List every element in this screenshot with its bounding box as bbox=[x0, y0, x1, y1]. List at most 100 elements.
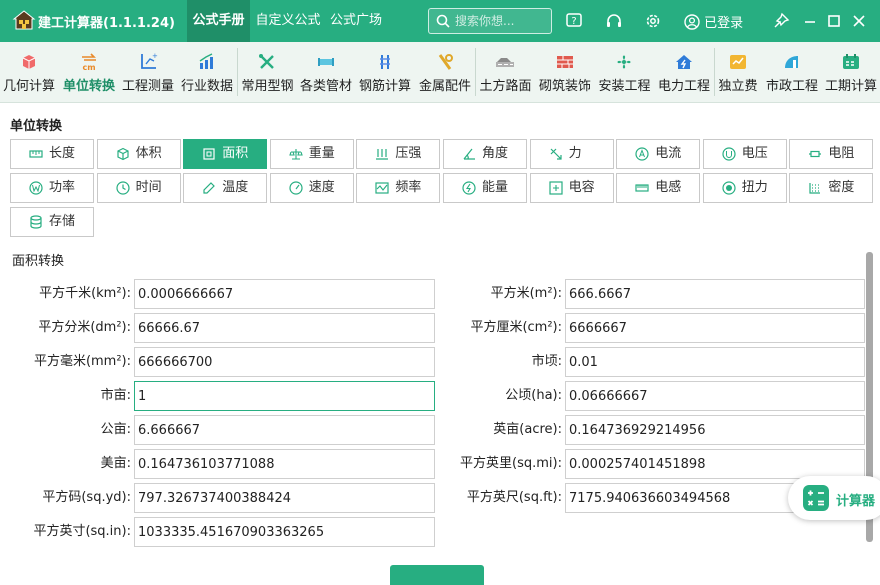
unit-type-button[interactable]: 存储 bbox=[10, 207, 94, 237]
field-input[interactable] bbox=[134, 381, 435, 411]
unit-type-label: 温度 bbox=[222, 180, 249, 195]
field-input[interactable] bbox=[134, 449, 435, 479]
tool-metal-parts[interactable]: 金属配件 bbox=[415, 42, 475, 102]
unit-type-button[interactable]: 电压 bbox=[702, 139, 787, 169]
unit-type-button[interactable]: 压强 bbox=[356, 139, 441, 169]
field-input[interactable] bbox=[565, 313, 865, 343]
unit-type-button[interactable]: 电阻 bbox=[789, 139, 874, 169]
road-icon bbox=[496, 58, 514, 67]
volt-icon bbox=[722, 147, 736, 161]
unit-type-button[interactable]: 时间 bbox=[96, 173, 181, 203]
help-icon[interactable]: ? bbox=[565, 12, 583, 30]
unit-type-button[interactable]: 扭力 bbox=[702, 173, 787, 203]
field-input[interactable] bbox=[134, 517, 435, 547]
area-icon bbox=[203, 148, 215, 160]
search-box[interactable] bbox=[428, 8, 552, 34]
unit-type-button[interactable]: 电流 bbox=[616, 139, 701, 169]
unit-type-button[interactable]: 重量 bbox=[269, 139, 354, 169]
bottom-action-button[interactable] bbox=[390, 565, 484, 585]
pressure-icon bbox=[376, 149, 389, 160]
tool-industry-data[interactable]: 行业数据 bbox=[177, 42, 237, 102]
app-logo-icon bbox=[12, 10, 36, 30]
field-input[interactable] bbox=[565, 347, 865, 377]
login-status[interactable]: 已登录 bbox=[684, 12, 743, 31]
unit-type-label: 体积 bbox=[135, 146, 162, 161]
resistor-icon bbox=[809, 150, 822, 158]
unit-type-button[interactable]: 电感 bbox=[616, 173, 701, 203]
tool-masonry-decoration[interactable]: 砌筑装饰 bbox=[535, 42, 595, 102]
tool-unit-convert[interactable]: cm 单位转换 bbox=[59, 42, 119, 102]
watt-icon bbox=[29, 181, 43, 195]
svg-text:cm: cm bbox=[82, 63, 95, 72]
field-input[interactable] bbox=[134, 415, 435, 445]
field-label: 平方码(sq.yd): bbox=[42, 490, 131, 505]
clock-icon bbox=[115, 181, 130, 195]
minimize-icon[interactable] bbox=[801, 12, 819, 30]
field-input[interactable] bbox=[565, 279, 865, 309]
unit-type-button[interactable]: 功率 bbox=[10, 173, 94, 203]
tool-installation[interactable]: 安装工程 bbox=[595, 42, 654, 102]
unit-type-button[interactable]: 面积 bbox=[183, 139, 268, 169]
group-title: 面积转换 bbox=[12, 254, 65, 269]
field-input[interactable] bbox=[134, 483, 435, 513]
capacitor-icon bbox=[548, 181, 563, 195]
maximize-icon[interactable] bbox=[825, 12, 843, 30]
tool-rebar[interactable]: 钢筋计算 bbox=[355, 42, 415, 102]
field-input[interactable] bbox=[565, 449, 865, 479]
unit-type-button[interactable]: 频率 bbox=[356, 173, 441, 203]
field-label: 平方毫米(mm²): bbox=[33, 354, 131, 369]
tool-municipal[interactable]: 市政工程 bbox=[762, 42, 822, 102]
unit-type-button[interactable]: 密度 bbox=[789, 173, 874, 203]
density-icon bbox=[809, 183, 821, 194]
power-house-icon bbox=[676, 55, 692, 69]
gear-icon[interactable] bbox=[644, 12, 662, 30]
tool-section-steel[interactable]: 常用型钢 bbox=[238, 42, 297, 102]
unit-type-label: 重量 bbox=[308, 146, 335, 161]
field-input[interactable] bbox=[565, 381, 865, 411]
field-input[interactable] bbox=[134, 279, 435, 309]
calculator-button[interactable]: 计算器 bbox=[788, 476, 880, 520]
field-label: 平方分米(dm²): bbox=[38, 320, 131, 335]
menu-formula-square[interactable]: 公式广场 bbox=[326, 0, 386, 42]
unit-type-button[interactable]: 长度 bbox=[10, 139, 94, 169]
speedometer-icon bbox=[289, 181, 303, 195]
close-icon[interactable] bbox=[850, 12, 868, 30]
field-label: 市亩: bbox=[100, 388, 131, 403]
headset-icon[interactable] bbox=[605, 12, 623, 30]
unit-type-button[interactable]: 力 bbox=[529, 139, 614, 169]
tool-independent-fee[interactable]: 独立费 bbox=[715, 42, 761, 102]
menu-custom-formula[interactable]: 自定义公式 bbox=[252, 0, 324, 42]
field-input[interactable] bbox=[565, 415, 865, 445]
unit-type-label: 能量 bbox=[482, 180, 509, 195]
field-label: 公顷(ha): bbox=[505, 388, 562, 403]
field-label: 英亩(acre): bbox=[493, 422, 562, 437]
menu-formula-manual[interactable]: 公式手册 bbox=[187, 0, 250, 42]
ruler-icon bbox=[29, 150, 43, 158]
unit-type-button[interactable]: 能量 bbox=[443, 173, 527, 203]
unit-type-label: 力 bbox=[568, 146, 582, 161]
field-input[interactable] bbox=[134, 313, 435, 343]
tool-geometry[interactable]: 几何计算 bbox=[0, 42, 58, 102]
search-input[interactable] bbox=[455, 11, 549, 31]
title-bar: 建工计算器(1.1.1.24) 公式手册 自定义公式 公式广场 ? 已登录 bbox=[0, 0, 880, 42]
unit-type-button[interactable]: 体积 bbox=[96, 139, 181, 169]
unit-type-label: 电感 bbox=[655, 180, 682, 195]
tool-earthwork-road[interactable]: 土方路面 bbox=[476, 42, 535, 102]
unit-type-button[interactable]: 温度 bbox=[183, 173, 268, 203]
unit-type-button[interactable]: 速度 bbox=[269, 173, 354, 203]
field-input[interactable] bbox=[134, 347, 435, 377]
unit-type-button[interactable]: 角度 bbox=[443, 139, 527, 169]
tool-construction-period[interactable]: 工期计算 bbox=[822, 42, 880, 102]
metal-parts-icon bbox=[438, 54, 453, 70]
unit-type-label: 角度 bbox=[482, 146, 509, 161]
unit-type-button[interactable]: 电容 bbox=[529, 173, 614, 203]
login-status-label: 已登录 bbox=[704, 16, 744, 31]
field-label: 美亩: bbox=[100, 456, 131, 471]
pin-icon[interactable] bbox=[772, 12, 790, 30]
angle-icon bbox=[463, 148, 475, 160]
tool-power-engineering[interactable]: 电力工程 bbox=[654, 42, 714, 102]
tool-pipes[interactable]: 各类管材 bbox=[297, 42, 355, 102]
unit-type-label: 电压 bbox=[741, 146, 768, 161]
tool-engineering-survey[interactable]: + 工程测量 bbox=[119, 42, 177, 102]
unit-type-label: 密度 bbox=[828, 180, 855, 195]
